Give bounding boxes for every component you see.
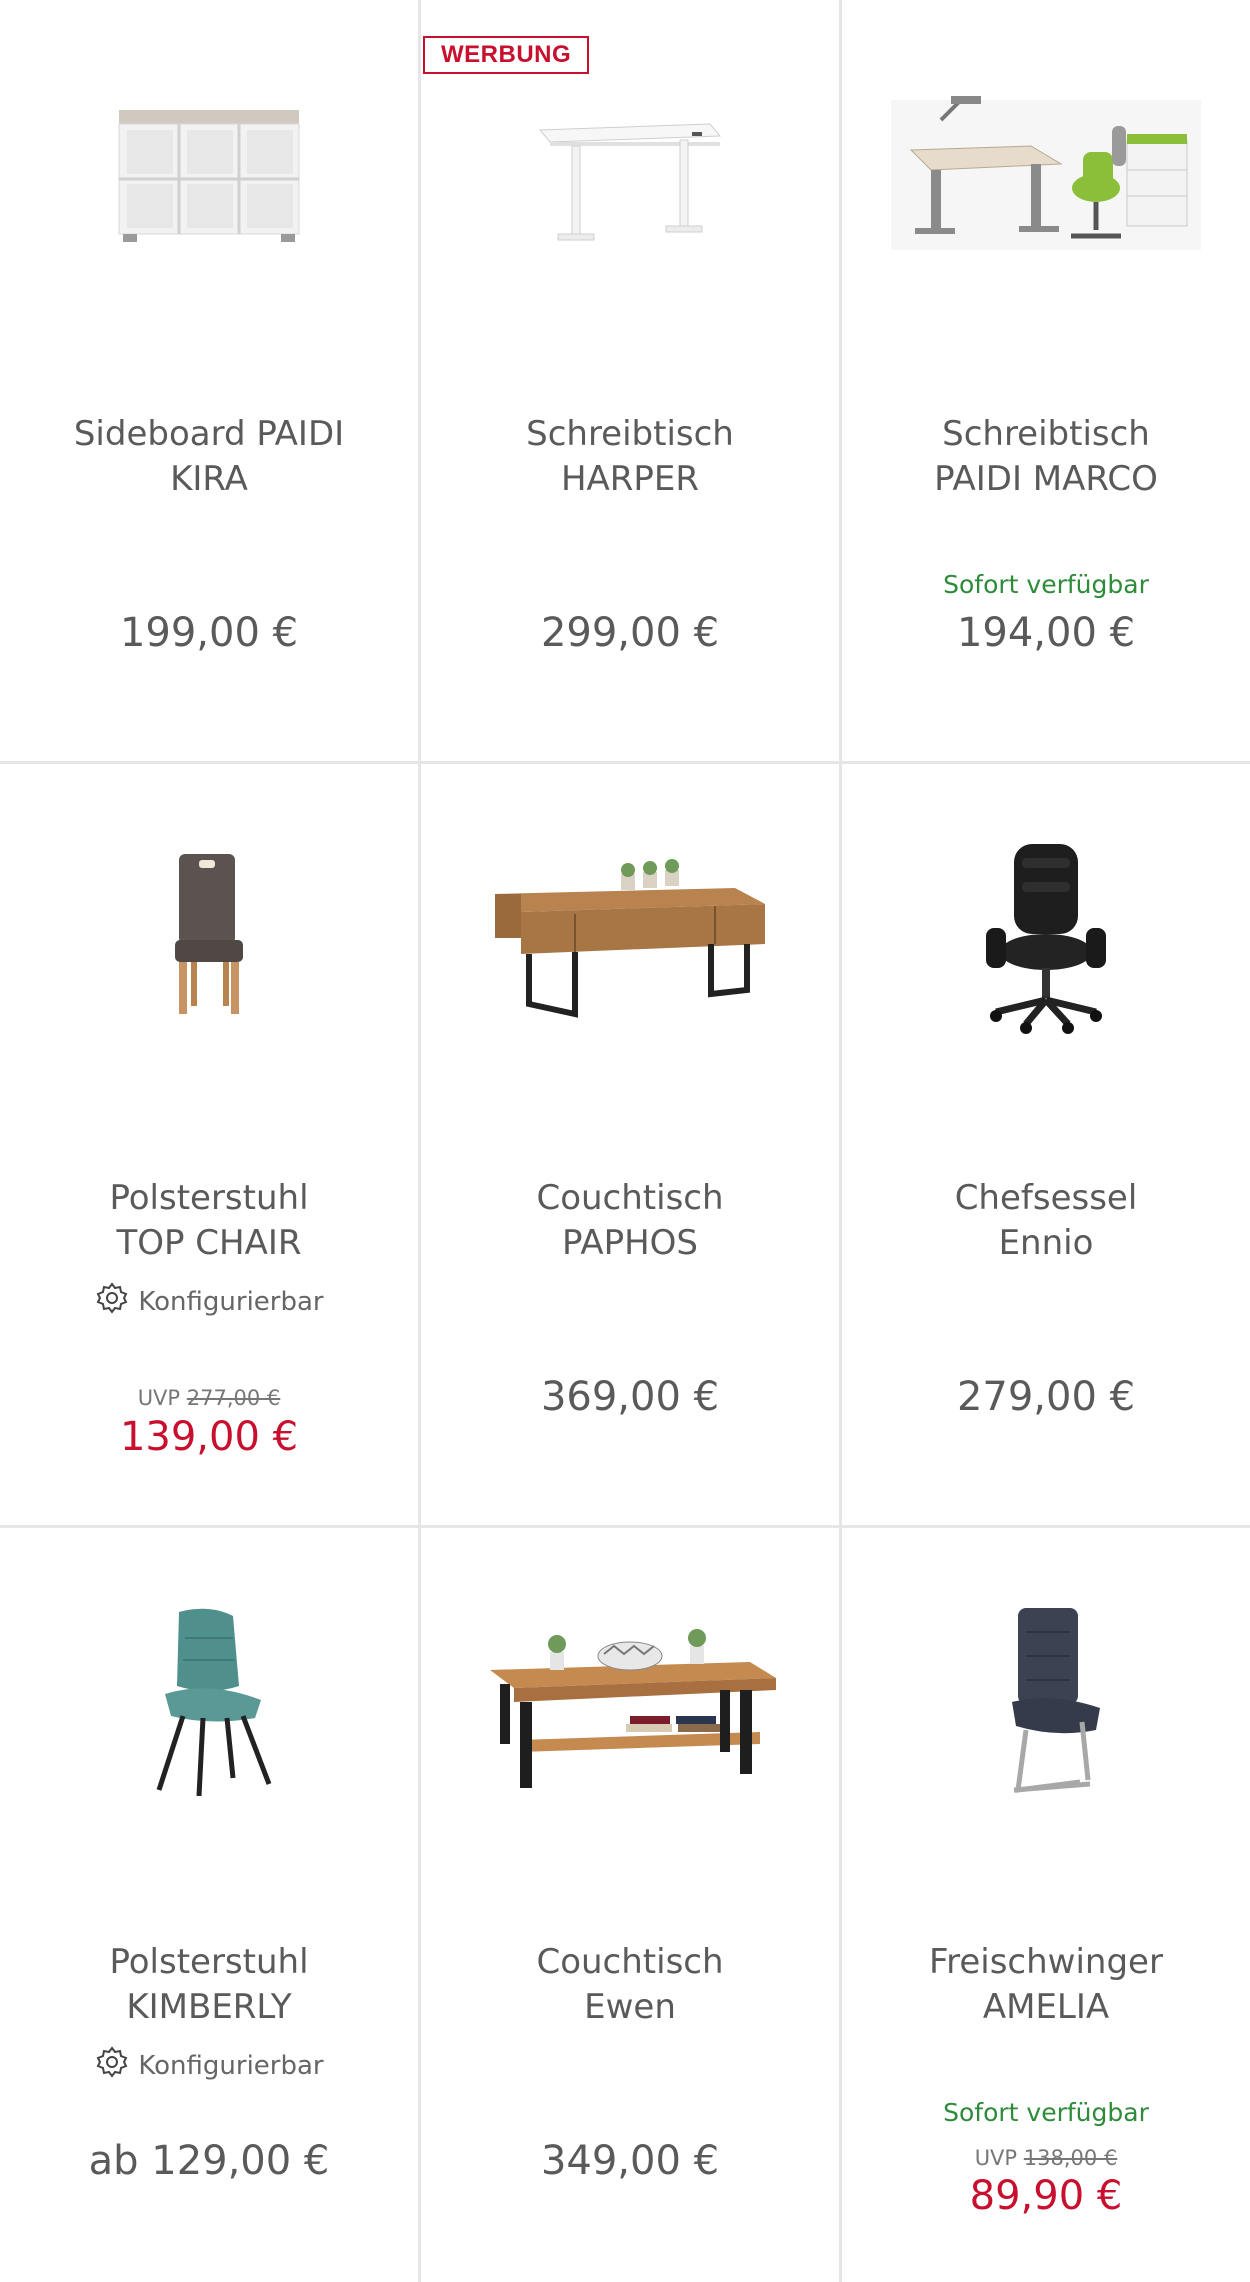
kids-desk-set-image[interactable] [842, 60, 1250, 280]
product-title[interactable]: Freischwinger AMELIA [862, 1940, 1230, 2030]
gear-icon [94, 2044, 130, 2087]
product-title[interactable]: Polsterstuhl KIMBERLY [20, 1940, 398, 2030]
product-card[interactable]: Freischwinger AMELIA Sofort verfügbar UV… [842, 1528, 1250, 2282]
configurable-label[interactable]: Konfigurierbar [0, 2044, 418, 2087]
configurable-label[interactable]: Konfigurierbar [0, 1280, 418, 1323]
product-price: 299,00 € [540, 610, 720, 656]
product-title[interactable]: Couchtisch Ewen [441, 1940, 819, 2030]
product-card[interactable]: Couchtisch PAPHOS 369,00 € [421, 764, 839, 1525]
product-card[interactable]: Polsterstuhl TOP CHAIR Konfigurierbar UV… [0, 764, 418, 1525]
availability-label: Sofort verfügbar [943, 2098, 1149, 2127]
sale-price: 139,00 € [119, 1414, 299, 1460]
product-card[interactable]: Chefsessel Ennio 279,00 € [842, 764, 1250, 1525]
product-title[interactable]: Sideboard PAIDI KIRA [20, 412, 398, 502]
product-title[interactable]: Couchtisch PAPHOS [441, 1176, 819, 1266]
product-price: 369,00 € [540, 1374, 720, 1420]
upholstered-chair-image[interactable] [0, 824, 418, 1044]
product-price: ab 129,00 € [88, 2138, 330, 2184]
product-card[interactable]: WERBUNG Schreibtisch HARPER 299,00 € [421, 0, 839, 761]
coffee-table-image[interactable] [421, 824, 839, 1044]
coffee-table-shelf-image[interactable] [421, 1588, 839, 1808]
product-price: 349,00 € [540, 2138, 720, 2184]
office-chair-image[interactable] [842, 824, 1250, 1044]
uvp-price: UVP 138,00 € [974, 2146, 1118, 2170]
gear-icon [94, 1280, 130, 1323]
product-card[interactable]: Schreibtisch PAIDI MARCO Sofort verfügba… [842, 0, 1250, 761]
sideboard-image[interactable] [0, 60, 418, 280]
product-title[interactable]: Chefsessel Ennio [862, 1176, 1230, 1266]
product-title[interactable]: Schreibtisch HARPER [441, 412, 819, 502]
product-card[interactable]: Polsterstuhl KIMBERLY Konfigurierbar ab … [0, 1528, 418, 2282]
product-price: 279,00 € [956, 1374, 1136, 1420]
product-price: 199,00 € [119, 610, 299, 656]
product-card[interactable]: Sideboard PAIDI KIRA 199,00 € [0, 0, 418, 761]
cantilever-chair-image[interactable] [842, 1588, 1250, 1808]
product-card[interactable]: Couchtisch Ewen 349,00 € [421, 1528, 839, 2282]
desk-image[interactable] [421, 60, 839, 280]
teal-chair-image[interactable] [0, 1588, 418, 1808]
product-grid: Sideboard PAIDI KIRA 199,00 € WERBUNG Sc… [0, 0, 1250, 2282]
product-price: 194,00 € [956, 610, 1136, 656]
product-title[interactable]: Polsterstuhl TOP CHAIR [20, 1176, 398, 1266]
sale-price: 89,90 € [969, 2173, 1123, 2219]
product-title[interactable]: Schreibtisch PAIDI MARCO [862, 412, 1230, 502]
uvp-price: UVP 277,00 € [137, 1386, 281, 1410]
availability-label: Sofort verfügbar [943, 570, 1149, 599]
